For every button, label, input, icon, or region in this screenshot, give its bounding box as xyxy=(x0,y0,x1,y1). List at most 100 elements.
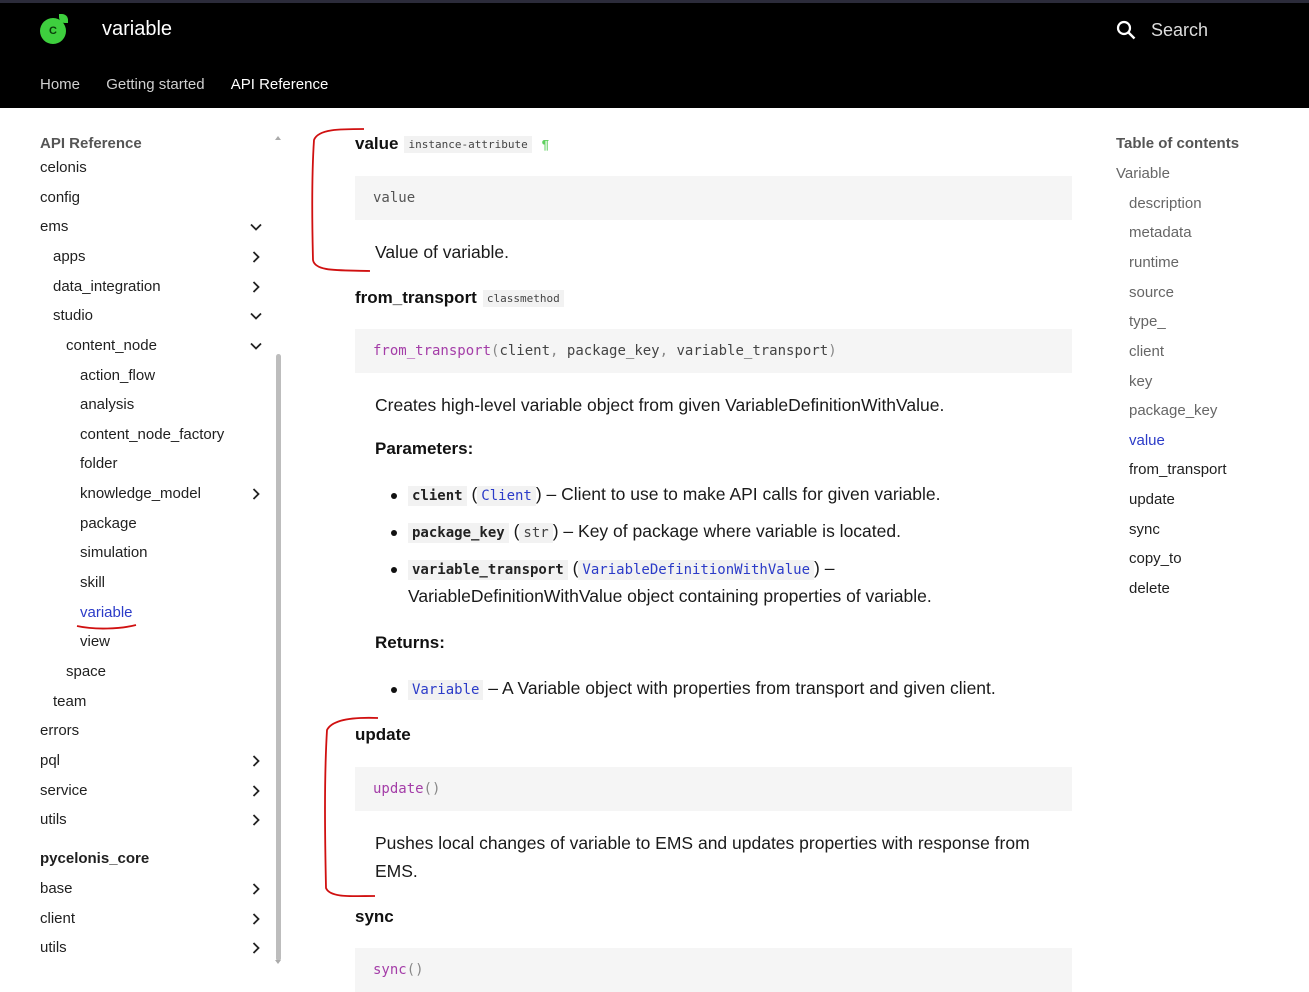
sidebar-item-apps[interactable]: apps xyxy=(53,248,86,265)
param-desc: Client to use to make API calls for give… xyxy=(561,484,941,504)
sidebar-item-utils[interactable]: utils xyxy=(40,811,67,828)
sidebar-item-celonis[interactable]: celonis xyxy=(40,159,87,176)
toc-item-package-key[interactable]: package_key xyxy=(1129,402,1217,419)
tab-api-reference[interactable]: API Reference xyxy=(231,76,329,93)
sig-parens: () xyxy=(423,781,441,797)
sig-parens: () xyxy=(406,962,424,978)
page-title: variable xyxy=(102,18,173,40)
sidebar-item-studio[interactable]: studio xyxy=(53,307,93,324)
sidebar-item-data-integration[interactable]: data_integration xyxy=(53,278,161,295)
toc-item-sync[interactable]: sync xyxy=(1129,521,1160,538)
toc-item-description[interactable]: description xyxy=(1129,195,1202,212)
code-block-signature: from_transport(client, package_key, vari… xyxy=(355,329,1072,373)
code-block-sync: sync() xyxy=(355,948,1072,992)
top-tabs: Home Getting started API Reference xyxy=(40,76,350,93)
sidebar-item-base[interactable]: base xyxy=(40,880,73,897)
sig-function: update xyxy=(373,781,424,797)
return-type-link[interactable]: Variable xyxy=(408,680,484,700)
toc-item-variable[interactable]: Variable xyxy=(1116,165,1170,182)
tab-getting-started[interactable]: Getting started xyxy=(106,76,204,93)
sidebar-item-knowledge-model[interactable]: knowledge_model xyxy=(80,485,201,502)
param-name: package_key xyxy=(408,523,509,543)
toc-item-delete[interactable]: delete xyxy=(1129,580,1170,597)
sidebar-item-config[interactable]: config xyxy=(40,189,80,206)
sig-comma: , xyxy=(659,343,677,359)
list-bullet xyxy=(391,567,403,579)
toc-item-source[interactable]: source xyxy=(1129,284,1174,301)
sidebar-item-errors[interactable]: errors xyxy=(40,722,79,739)
method-name: update xyxy=(355,725,411,744)
sig-function: from_transport xyxy=(373,343,492,359)
chevron-right-icon[interactable] xyxy=(250,755,262,767)
classmethod-badge: classmethod xyxy=(482,290,564,308)
sidebar-item-action-flow[interactable]: action_flow xyxy=(80,367,155,384)
sidebar-item-package[interactable]: package xyxy=(80,515,137,532)
method-name: from_transport xyxy=(355,288,477,307)
logo-icon[interactable]: C xyxy=(40,14,68,44)
code-block-value: value xyxy=(355,176,1072,220)
method-name: sync xyxy=(355,907,394,926)
toc-item-runtime[interactable]: runtime xyxy=(1129,254,1179,271)
sidebar-item-space[interactable]: space xyxy=(66,663,106,680)
chevron-right-icon[interactable] xyxy=(250,281,262,293)
chevron-right-icon[interactable] xyxy=(250,942,262,954)
toc-item-update[interactable]: update xyxy=(1129,491,1175,508)
attr-heading-value: value instance-attribute ¶ xyxy=(355,134,549,154)
sidebar-item-skill[interactable]: skill xyxy=(80,574,105,591)
sidebar-item-utils-core[interactable]: utils xyxy=(40,939,67,956)
sig-paren: ) xyxy=(828,343,837,359)
toc-item-metadata[interactable]: metadata xyxy=(1129,224,1192,241)
sidebar-item-folder[interactable]: folder xyxy=(80,455,118,472)
toc-item-from-transport[interactable]: from_transport xyxy=(1129,461,1227,478)
search-label: Search xyxy=(1151,20,1209,40)
sidebar-item-ems[interactable]: ems xyxy=(40,218,68,235)
sidebar-scrollbar[interactable] xyxy=(276,354,281,961)
sidebar-item-content-node-factory[interactable]: content_node_factory xyxy=(80,426,224,443)
from-transport-description: Creates high-level variable object from … xyxy=(375,395,945,415)
sig-comma: , xyxy=(550,343,567,359)
toc-item-copy-to[interactable]: copy_to xyxy=(1129,550,1182,567)
method-heading-update: update xyxy=(355,725,411,745)
chevron-down-icon[interactable] xyxy=(250,221,262,233)
chevron-right-icon[interactable] xyxy=(250,488,262,500)
chevron-right-icon[interactable] xyxy=(250,251,262,263)
toc-title: Table of contents xyxy=(1116,135,1240,152)
toc-item-value[interactable]: value xyxy=(1129,432,1165,449)
toc-item-type[interactable]: type_ xyxy=(1129,313,1166,330)
chevron-right-icon[interactable] xyxy=(250,913,262,925)
sidebar-item-service[interactable]: service xyxy=(40,782,88,799)
chevron-down-icon[interactable] xyxy=(250,310,262,322)
permalink-icon[interactable]: ¶ xyxy=(542,137,549,152)
chevron-down-icon[interactable] xyxy=(250,340,262,352)
chevron-right-icon[interactable] xyxy=(250,814,262,826)
param-type-link[interactable]: VariableDefinitionWithValue xyxy=(578,560,814,580)
sidebar-item-client[interactable]: client xyxy=(40,910,75,927)
sidebar-item-pql[interactable]: pql xyxy=(40,752,60,769)
sidebar-item-view[interactable]: view xyxy=(80,633,110,650)
sidebar-item-simulation[interactable]: simulation xyxy=(80,544,148,561)
update-desc-line: EMS. xyxy=(375,861,418,881)
toc-item-client[interactable]: client xyxy=(1129,343,1164,360)
param-name: client xyxy=(408,486,467,506)
sidebar-item-team[interactable]: team xyxy=(53,693,86,710)
chevron-right-icon[interactable] xyxy=(250,883,262,895)
chevron-right-icon[interactable] xyxy=(250,785,262,797)
sig-function: sync xyxy=(373,962,407,978)
top-header: C variable Search Home Getting started A… xyxy=(0,0,1309,108)
sidebar-item-variable[interactable]: variable xyxy=(80,604,133,621)
scroll-up-arrow-icon[interactable] xyxy=(275,136,281,140)
update-desc-line: Pushes local changes of variable to EMS … xyxy=(375,833,1030,853)
sidebar-item-analysis[interactable]: analysis xyxy=(80,396,134,413)
sidebar-item-content-node[interactable]: content_node xyxy=(66,337,157,354)
sidebar-section-pycelonis-core[interactable]: pycelonis_core xyxy=(40,850,149,867)
param-item: package_key (str) – Key of package where… xyxy=(408,521,901,543)
sig-arg: client xyxy=(499,343,551,359)
scroll-down-arrow-icon[interactable] xyxy=(275,960,281,964)
param-type-link[interactable]: Client xyxy=(477,486,536,506)
attr-name: value xyxy=(355,134,399,153)
value-description: Value of variable. xyxy=(375,242,509,262)
toc-item-key[interactable]: key xyxy=(1129,373,1152,390)
tab-home[interactable]: Home xyxy=(40,76,80,93)
param-name: variable_transport xyxy=(408,560,568,580)
list-bullet xyxy=(391,530,403,542)
